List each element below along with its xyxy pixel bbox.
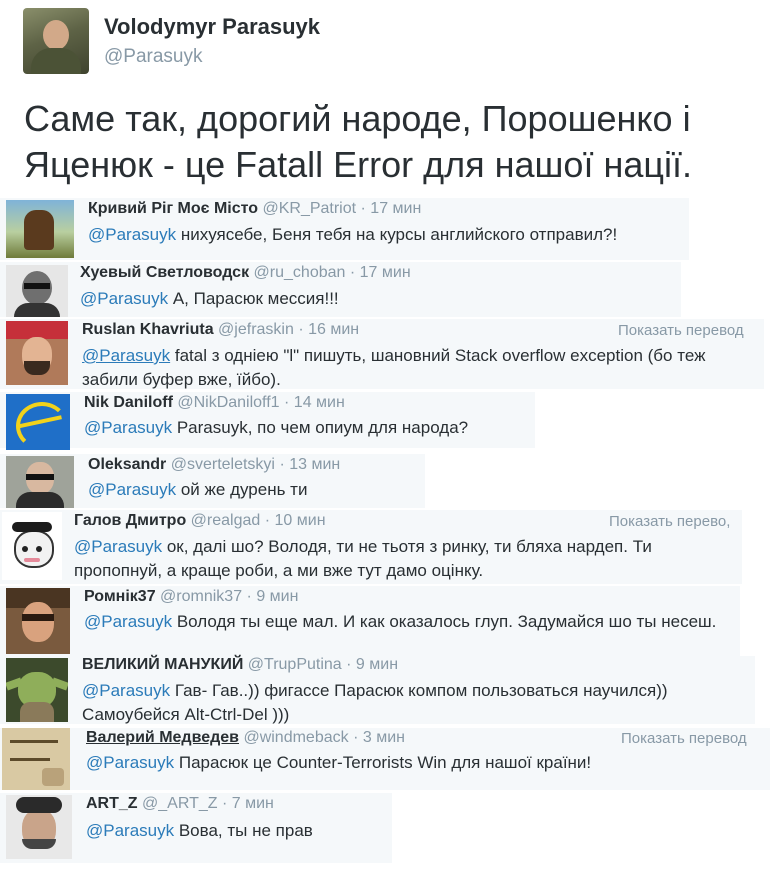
avatar[interactable] <box>2 728 70 790</box>
mention-link[interactable]: @Parasuyk <box>82 346 170 365</box>
mention-link[interactable]: @Parasuyk <box>74 537 162 556</box>
reply-text: @Parasuyk Парасюк це Counter-Terrorists … <box>86 751 764 775</box>
reply-card: Галов Дмитро @realgad · 10 мин Показать … <box>0 510 742 584</box>
author-handle[interactable]: @windmeback <box>243 729 348 746</box>
author-handle[interactable]: @NikDaniloff1 <box>177 394 279 411</box>
reply-body: А, Парасюк мессия!!! <box>168 289 339 308</box>
show-translation-link[interactable]: Показать перевод <box>621 730 747 747</box>
reply-body: Парасюк це Counter-Terrorists Win для на… <box>174 753 592 772</box>
reply-body: fatal з одніею "l" пишуть, шановний Stac… <box>82 346 706 389</box>
reply-body: Вова, ты не прав <box>174 821 313 840</box>
avatar[interactable] <box>6 456 74 508</box>
author-name[interactable]: Кривий Ріг Моє Місто <box>88 200 258 217</box>
main-author-name[interactable]: Volodymyr Parasuyk <box>104 14 320 40</box>
reply-header: Галов Дмитро @realgad · 10 мин <box>74 512 326 530</box>
reply-text: @Parasuyk Гав- Гав..)) фигассе Парасюк к… <box>82 679 750 727</box>
author-name[interactable]: ВЕЛИКИЙ МАНУКИЙ <box>82 656 243 673</box>
reply-header: Валерий Медведев @windmeback · 3 мин <box>86 729 405 747</box>
mention-link[interactable]: @Parasuyk <box>88 480 176 499</box>
avatar[interactable] <box>6 394 70 450</box>
author-handle[interactable]: @romnik37 <box>160 588 242 605</box>
avatar[interactable] <box>6 658 68 722</box>
reply-header: ВЕЛИКИЙ МАНУКИЙ @TrupPutina · 9 мин <box>82 656 398 674</box>
mention-link[interactable]: @Parasuyk <box>88 225 176 244</box>
reply-text: @Parasuyk ой же дурень ти <box>88 478 420 502</box>
timestamp[interactable]: · 14 мин <box>284 394 345 411</box>
reply-card: Oleksandr @sverteletskyi · 13 мин @Paras… <box>0 454 425 508</box>
reply-card: ВЕЛИКИЙ МАНУКИЙ @TrupPutina · 9 мин @Par… <box>0 656 755 724</box>
author-name[interactable]: Oleksandr <box>88 456 166 473</box>
reply-text: @Parasuyk А, Парасюк мессия!!! <box>80 287 675 311</box>
reply-text: @Parasuyk нихуясебе, Беня тебя на курсы … <box>88 223 684 247</box>
reply-body: Parasuyk, по чем опиум для народа? <box>172 418 469 437</box>
author-handle[interactable]: @sverteletskyi <box>171 456 275 473</box>
reply-body: нихуясебе, Беня тебя на курсы английског… <box>176 225 618 244</box>
reply-header: Oleksandr @sverteletskyi · 13 мин <box>88 456 340 474</box>
author-name[interactable]: Галов Дмитро <box>74 512 186 529</box>
avatar[interactable] <box>6 588 70 654</box>
timestamp[interactable]: · 3 мин <box>353 729 405 746</box>
reply-card: Валерий Медведев @windmeback · 3 мин Пок… <box>0 728 770 790</box>
avatar-face <box>43 20 69 50</box>
main-tweet-text: Саме так, дорогий народе, Порошенко і Яц… <box>24 98 692 185</box>
author-name[interactable]: Хуевый Светловодск <box>80 264 249 281</box>
main-avatar[interactable] <box>23 8 89 74</box>
avatar[interactable] <box>6 795 72 859</box>
author-handle[interactable]: @realgad <box>191 512 261 529</box>
timestamp[interactable]: · 13 мин <box>279 456 340 473</box>
reply-card: Хуевый Светловодск @ru_choban · 17 мин @… <box>0 262 681 317</box>
show-translation-link[interactable]: Показать перево, <box>609 513 730 530</box>
main-author-handle[interactable]: @Parasuyk <box>104 46 203 68</box>
author-handle[interactable]: @_ART_Z <box>142 795 218 812</box>
timestamp[interactable]: · 9 мин <box>346 656 398 673</box>
reply-text: @Parasuyk Володя ты еще мал. И как оказа… <box>84 610 734 634</box>
mention-link[interactable]: @Parasuyk <box>84 612 172 631</box>
author-name[interactable]: Ruslan Khavriuta <box>82 321 214 338</box>
reply-text: @Parasuyk fatal з одніею "l" пишуть, шан… <box>82 344 759 392</box>
avatar[interactable] <box>6 321 68 385</box>
reply-card: Nik Daniloff @NikDaniloff1 · 14 мин @Par… <box>0 392 535 450</box>
mention-link[interactable]: @Parasuyk <box>86 821 174 840</box>
avatar-body <box>31 48 81 74</box>
author-name[interactable]: Ромнік37 <box>84 588 156 605</box>
author-handle[interactable]: @KR_Patriot <box>262 200 356 217</box>
reply-header: ART_Z @_ART_Z · 7 мин <box>86 795 274 813</box>
reply-header: Кривий Ріг Моє Місто @KR_Patriot · 17 ми… <box>88 200 421 218</box>
reply-header: Хуевый Светловодск @ru_choban · 17 мин <box>80 264 411 282</box>
timestamp[interactable]: · 17 мин <box>361 200 422 217</box>
mention-link[interactable]: @Parasuyk <box>84 418 172 437</box>
show-translation-link[interactable]: Показать перевод <box>618 322 744 339</box>
avatar[interactable] <box>2 512 62 580</box>
reply-body: ой же дурень ти <box>176 480 308 499</box>
timestamp[interactable]: · 7 мин <box>222 795 274 812</box>
reply-card: Кривий Ріг Моє Місто @KR_Patriot · 17 ми… <box>0 198 689 260</box>
author-handle[interactable]: @TrupPutina <box>248 656 342 673</box>
author-handle[interactable]: @jefraskin <box>218 321 294 338</box>
reply-card: Ромнік37 @romnik37 · 9 мин @Parasuyk Вол… <box>0 586 740 656</box>
author-name[interactable]: Валерий Медведев <box>86 729 239 746</box>
timestamp[interactable]: · 9 мин <box>247 588 299 605</box>
reply-header: Nik Daniloff @NikDaniloff1 · 14 мин <box>84 394 345 412</box>
reply-header: Ромнік37 @romnik37 · 9 мин <box>84 588 298 606</box>
timestamp[interactable]: · 10 мин <box>265 512 326 529</box>
reply-card: Ruslan Khavriuta @jefraskin · 16 мин Пок… <box>0 319 764 389</box>
author-handle[interactable]: @ru_choban <box>254 264 346 281</box>
reply-body: Гав- Гав..)) фигассе Парасюк компом поль… <box>82 681 668 724</box>
author-name[interactable]: ART_Z <box>86 795 138 812</box>
reply-text: @Parasuyk Вова, ты не прав <box>86 819 386 843</box>
reply-text: @Parasuyk ок, далі шо? Володя, ти не тьо… <box>74 535 736 583</box>
reply-header: Ruslan Khavriuta @jefraskin · 16 мин <box>82 321 359 339</box>
mention-link[interactable]: @Parasuyk <box>80 289 168 308</box>
author-name[interactable]: Nik Daniloff <box>84 394 173 411</box>
timestamp[interactable]: · 16 мин <box>298 321 359 338</box>
reply-card: ART_Z @_ART_Z · 7 мин @Parasuyk Вова, ты… <box>0 793 392 863</box>
reply-text: @Parasuyk Parasuyk, по чем опиум для нар… <box>84 416 530 440</box>
timestamp[interactable]: · 17 мин <box>350 264 411 281</box>
mention-link[interactable]: @Parasuyk <box>86 753 174 772</box>
avatar[interactable] <box>6 265 68 317</box>
reply-body: Володя ты еще мал. И как оказалось глуп.… <box>172 612 717 631</box>
mention-link[interactable]: @Parasuyk <box>82 681 170 700</box>
avatar[interactable] <box>6 200 74 258</box>
